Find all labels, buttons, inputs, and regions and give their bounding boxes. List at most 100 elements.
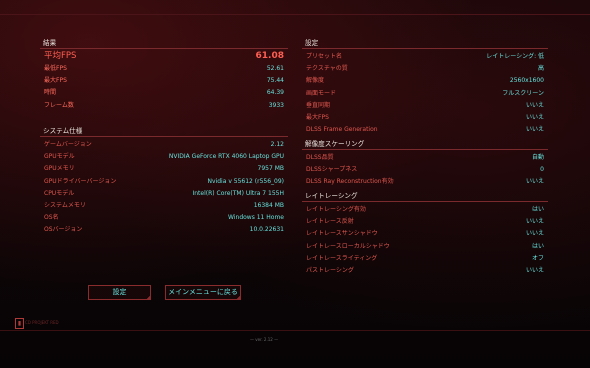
system-row-value: 16384 MB: [253, 201, 284, 209]
settings-row-label: 垂直同期: [306, 101, 331, 109]
settings-row-label: テクスチャの質: [306, 65, 348, 73]
raytracing-title: レイトレーシング: [302, 191, 548, 202]
raytracing-row-value: はい: [531, 206, 544, 213]
system-row-label: ゲームバージョン: [44, 141, 92, 148]
settings-row-value: いいえ: [525, 113, 544, 121]
raytracing-row-label: レイトレースライティング: [306, 254, 378, 262]
system-row-label: システムメモリ: [44, 201, 86, 209]
upscaling-row-label: DLSS品質: [306, 154, 334, 161]
raytracing-row: レイトレーシング有効 はい: [302, 204, 548, 216]
raytracing-row-label: レイトレース反射: [306, 218, 354, 226]
system-panel: システム仕様 ゲームバージョン 2.12 GPUモデル NVIDIA GeForce…: [40, 126, 288, 237]
settings-row: 画面モード フルスクリーン: [302, 88, 548, 100]
system-row-value: NVIDIA GeForce RTX 4060 Laptop GPU: [168, 153, 284, 161]
raytracing-row-label: レイトレースサンシャドウ: [306, 230, 378, 238]
raytracing-row: レイトレースライティング オフ: [302, 253, 548, 265]
settings-row: 垂直同期 いいえ: [302, 100, 548, 112]
settings-row-value: 高: [537, 65, 544, 73]
raytracing-row-value: オフ: [531, 254, 544, 262]
settings-row-value: レイトレーシング: 低: [486, 53, 544, 60]
settings-row: DLSS Frame Generation いいえ: [302, 124, 548, 136]
footer-center-text: — ver. 2.12 —: [250, 337, 279, 342]
system-row-value: Windows 11 Home: [228, 214, 284, 222]
settings-row-label: 画面モード: [306, 89, 337, 97]
results-row-label: 時間: [44, 89, 57, 97]
system-row-value: Nvidia v 55612 (r556_09): [207, 177, 284, 185]
legal-text: CD PROJEKT RED: [25, 320, 59, 325]
corner-logo-icon: ▮: [15, 318, 24, 329]
system-row-value: Intel(R) Core(TM) Ultra 7 155H: [192, 189, 284, 197]
upscaling-row: DLSSシャープネス 0: [302, 164, 548, 176]
settings-row-value: いいえ: [525, 101, 544, 109]
raytracing-row: パストレーシング いいえ: [302, 265, 548, 277]
system-row-label: CPUモデル: [44, 189, 75, 197]
system-row-value: 2.12: [270, 141, 284, 148]
system-row: システムメモリ 16384 MB: [40, 200, 288, 212]
system-row-label: GPUドライバーバージョン: [44, 177, 117, 185]
system-row: GPUモデル NVIDIA GeForce RTX 4060 Laptop GPU: [40, 151, 288, 163]
settings-row-label: DLSS Frame Generation: [306, 126, 378, 134]
results-row-label: 最低FPS: [44, 65, 67, 72]
raytracing-row-value: いいえ: [525, 230, 544, 238]
results-row-value: 52.61: [266, 65, 284, 72]
results-row-value: 3933: [268, 101, 284, 109]
raytracing-row-label: パストレーシング: [306, 266, 354, 274]
bottom-divider: [0, 330, 590, 331]
settings-row: テクスチャの質 高: [302, 63, 548, 75]
settings-panel: 設定 プリセット名 レイトレーシング: 低 テクスチャの質 高 解像度 2560x16…: [302, 38, 548, 136]
system-row-value: 10.0.22631: [249, 226, 284, 234]
upscaling-title: 解像度スケーリング: [302, 139, 548, 150]
raytracing-panel: レイトレーシング レイトレーシング有効 はい レイトレース反射 いいえ レイトレース…: [302, 191, 548, 277]
upscaling-row-label: DLSS Ray Reconstruction有効: [306, 178, 394, 186]
settings-row-label: 最大FPS: [306, 113, 329, 121]
results-row: 最低FPS 52.61: [40, 63, 288, 75]
raytracing-row: レイトレースローカルシャドウ はい: [302, 241, 548, 253]
system-row: GPUメモリ 7957 MB: [40, 163, 288, 175]
raytracing-row-label: レイトレーシング有効: [306, 206, 366, 213]
results-row-label: フレーム数: [44, 101, 74, 109]
upscaling-row-value: 0: [540, 166, 544, 174]
raytracing-row: レイトレース反射 いいえ: [302, 216, 548, 228]
raytracing-row: レイトレースサンシャドウ いいえ: [302, 228, 548, 240]
avg-fps-label: 平均FPS: [44, 51, 77, 61]
settings-button[interactable]: 設定: [88, 285, 151, 300]
results-row: 時間 64.39: [40, 87, 288, 99]
upscaling-row: DLSS品質 自動: [302, 152, 548, 164]
system-row-label: GPUモデル: [44, 153, 75, 161]
settings-title: 設定: [302, 38, 548, 49]
upscaling-row-label: DLSSシャープネス: [306, 166, 358, 174]
system-title: システム仕様: [40, 126, 288, 137]
avg-fps-row: 平均FPS 61.08: [40, 49, 288, 63]
system-row: OS名 Windows 11 Home: [40, 212, 288, 224]
raytracing-row-value: いいえ: [525, 218, 544, 226]
settings-row: プリセット名 レイトレーシング: 低: [302, 51, 548, 63]
settings-row-value: フルスクリーン: [502, 89, 544, 97]
upscaling-row: DLSS Ray Reconstruction有効 いいえ: [302, 176, 548, 188]
raytracing-row-label: レイトレースローカルシャドウ: [306, 242, 390, 250]
system-row: GPUドライバーバージョン Nvidia v 55612 (r556_09): [40, 176, 288, 188]
upscaling-row-value: 自動: [531, 154, 544, 161]
system-row-value: 7957 MB: [257, 165, 284, 173]
settings-row-value: いいえ: [525, 126, 544, 134]
settings-row: 最大FPS いいえ: [302, 112, 548, 124]
raytracing-row-value: はい: [531, 242, 544, 250]
system-row-label: OSバージョン: [44, 226, 83, 234]
avg-fps-value: 61.08: [255, 51, 284, 61]
results-row-label: 最大FPS: [44, 77, 67, 85]
system-row-label: GPUメモリ: [44, 165, 75, 173]
results-panel: 結果 平均FPS 61.08 最低FPS 52.61 最大FPS 75.44 時…: [40, 38, 288, 112]
results-row-value: 64.39: [266, 89, 284, 97]
results-title: 結果: [40, 38, 288, 49]
settings-row: 解像度 2560x1600: [302, 75, 548, 87]
top-divider: [0, 14, 590, 15]
system-row: OSバージョン 10.0.22631: [40, 224, 288, 236]
results-row: フレーム数 3933: [40, 100, 288, 112]
settings-row-label: 解像度: [306, 77, 325, 85]
settings-row-value: 2560x1600: [509, 77, 544, 85]
upscaling-panel: 解像度スケーリング DLSS品質 自動 DLSSシャープネス 0 DLSS Ray …: [302, 139, 548, 189]
system-row: CPUモデル Intel(R) Core(TM) Ultra 7 155H: [40, 188, 288, 200]
system-row-label: OS名: [44, 214, 59, 222]
settings-row-label: プリセット名: [306, 53, 343, 60]
results-row-value: 75.44: [266, 77, 284, 85]
main-menu-button[interactable]: メインメニューに戻る: [165, 285, 241, 300]
